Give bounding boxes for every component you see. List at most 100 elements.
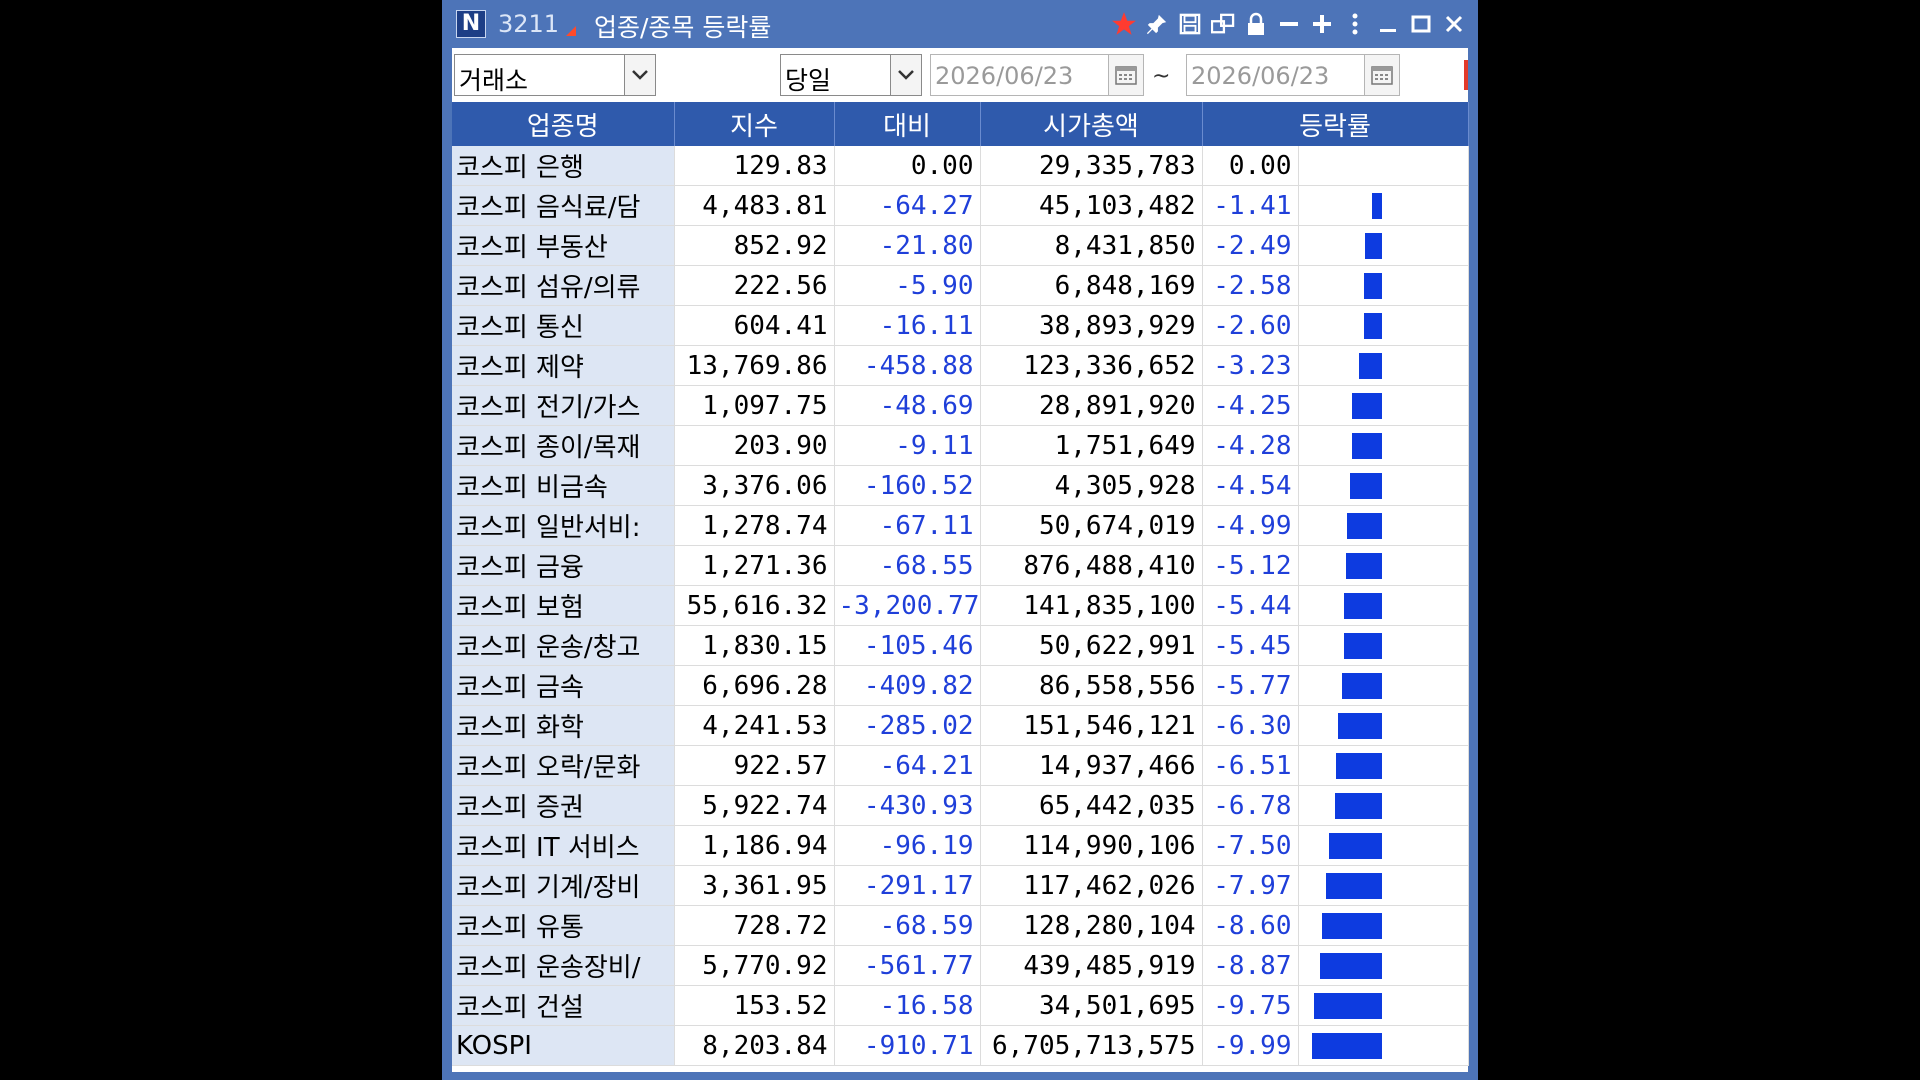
toolbar-edge-marker — [1464, 60, 1468, 90]
table-row[interactable]: 코스피 보험 55,616.32 -3,200.77 141,835,100 -5.44 — [452, 585, 1469, 626]
save-icon[interactable] — [1173, 6, 1206, 42]
close-icon[interactable] — [1437, 6, 1470, 42]
change-cell: -409.82 — [834, 665, 981, 706]
header-market-cap[interactable]: 시가총액 — [980, 102, 1203, 146]
table-row[interactable]: 코스피 유통 728.72 -68.59 128,280,104 -8.60 — [452, 905, 1469, 946]
market-cap-cell: 8,431,850 — [980, 225, 1203, 266]
table-row[interactable]: 코스피 IT 서비스 1,186.94 -96.19 114,990,106 -7.50 — [452, 825, 1469, 866]
maximize-icon[interactable] — [1404, 6, 1437, 42]
header-index[interactable]: 지수 — [674, 102, 835, 146]
sector-name-cell: KOSPI — [452, 1025, 675, 1066]
pin-icon[interactable] — [1140, 6, 1173, 42]
table-row[interactable]: 코스피 일반서비: 1,278.74 -67.11 50,674,019 -4.99 — [452, 505, 1469, 546]
change-cell: -291.17 — [834, 865, 981, 906]
period-select[interactable]: 당일 — [780, 54, 922, 96]
table-row[interactable]: 코스피 비금속 3,376.06 -160.52 4,305,928 -4.54 — [452, 465, 1469, 506]
table-row[interactable]: 코스피 오락/문화 922.57 -64.21 14,937,466 -6.51 — [452, 745, 1469, 786]
change-rate-bar-cell — [1298, 625, 1469, 666]
table-row[interactable]: 코스피 건설 153.52 -16.58 34,501,695 -9.75 — [452, 985, 1469, 1026]
change-cell: -67.11 — [834, 505, 981, 546]
change-rate-cell: -2.58 — [1202, 265, 1299, 306]
title-bar[interactable]: N 3211 업종/종목 등락률 — [442, 0, 1478, 48]
table-row[interactable]: KOSPI 8,203.84 -910.71 6,705,713,575 -9.99 — [452, 1025, 1469, 1066]
change-cell: -16.11 — [834, 305, 981, 346]
table-row[interactable]: 코스피 금융 1,271.36 -68.55 876,488,410 -5.12 — [452, 545, 1469, 586]
date-from-field[interactable]: 2026/06/23 — [930, 54, 1144, 96]
change-rate-bar-cell — [1298, 385, 1469, 426]
change-cell: -16.58 — [834, 985, 981, 1026]
sector-name-cell: 코스피 IT 서비스 — [452, 825, 675, 866]
table-row[interactable]: 코스피 운송장비/5,770.92 -561.77 439,485,919 -8.87 — [452, 945, 1469, 986]
header-sector-name[interactable]: 업종명 — [452, 102, 675, 146]
table-row[interactable]: 코스피 은행 129.83 0.00 29,335,783 0.00 — [452, 146, 1469, 186]
index-cell: 1,271.36 — [674, 545, 835, 586]
table-row[interactable]: 코스피 섬유/의류 222.56 -5.90 6,848,169 -2.58 — [452, 265, 1469, 306]
more-icon[interactable] — [1338, 6, 1371, 42]
date-to-field[interactable]: 2026/06/23 — [1186, 54, 1400, 96]
sector-name-cell: 코스피 유통 — [452, 905, 675, 946]
change-rate-bar-cell — [1298, 905, 1469, 946]
index-cell: 13,769.86 — [674, 345, 835, 386]
table-row[interactable]: 코스피 화학 4,241.53 -285.02 151,546,121 -6.30 — [452, 705, 1469, 746]
table-row[interactable]: 코스피 음식료/담 4,483.81 -64.27 45,103,482 -1.41 — [452, 185, 1469, 226]
change-rate-bar-cell — [1298, 865, 1469, 906]
header-change[interactable]: 대비 — [834, 102, 981, 146]
change-cell: -430.93 — [834, 785, 981, 826]
change-rate-cell: -5.44 — [1202, 585, 1299, 626]
index-cell: 129.83 — [674, 146, 835, 186]
change-cell: -5.90 — [834, 265, 981, 306]
change-cell: -561.77 — [834, 945, 981, 986]
change-rate-cell: -6.51 — [1202, 745, 1299, 786]
change-rate-bar-cell — [1298, 505, 1469, 546]
change-rate-bar — [1335, 753, 1382, 779]
change-rate-cell: -4.99 — [1202, 505, 1299, 546]
table-row[interactable]: 코스피 전기/가스 1,097.75 -48.69 28,891,920 -4.25 — [452, 385, 1469, 426]
calendar-icon[interactable] — [1364, 55, 1399, 95]
titlebar-icons — [1107, 6, 1470, 42]
table-row[interactable]: 코스피 증권 5,922.74 -430.93 65,442,035 -6.78 — [452, 785, 1469, 826]
change-cell: -285.02 — [834, 705, 981, 746]
index-cell: 6,696.28 — [674, 665, 835, 706]
sector-name-cell: 코스피 보험 — [452, 585, 675, 626]
table-row[interactable]: 코스피 종이/목재 203.90 -9.11 1,751,649 -4.28 — [452, 425, 1469, 466]
table-row[interactable]: 코스피 금속 6,696.28 -409.82 86,558,556 -5.77 — [452, 665, 1469, 706]
header-change-rate[interactable]: 등락률 — [1202, 102, 1469, 146]
index-cell: 4,241.53 — [674, 705, 835, 746]
change-rate-cell: -2.60 — [1202, 305, 1299, 346]
chevron-down-icon[interactable] — [624, 55, 655, 95]
index-cell: 3,376.06 — [674, 465, 835, 506]
market-select[interactable]: 거래소 — [454, 54, 656, 96]
change-cell: -64.27 — [834, 185, 981, 226]
calendar-icon[interactable] — [1108, 55, 1143, 95]
table-row[interactable]: 코스피 통신 604.41 -16.11 38,893,929 -2.60 — [452, 305, 1469, 346]
change-rate-bar-cell — [1298, 785, 1469, 826]
change-rate-cell: -5.45 — [1202, 625, 1299, 666]
change-rate-bar — [1364, 233, 1382, 259]
change-rate-bar — [1363, 273, 1382, 299]
index-cell: 922.57 — [674, 745, 835, 786]
change-rate-cell: -8.87 — [1202, 945, 1299, 986]
chevron-down-icon[interactable] — [890, 55, 921, 95]
minimize-icon[interactable] — [1371, 6, 1404, 42]
change-rate-bar — [1349, 473, 1382, 499]
app-logo: N — [456, 10, 486, 38]
minus-icon[interactable] — [1272, 6, 1305, 42]
table-row[interactable]: 코스피 제약 13,769.86 -458.88 123,336,652 -3.23 — [452, 345, 1469, 386]
table-row[interactable]: 코스피 운송/창고 1,830.15 -105.46 50,622,991 -5.45 — [452, 625, 1469, 666]
star-icon[interactable] — [1107, 6, 1140, 42]
sector-name-cell: 코스피 제약 — [452, 345, 675, 386]
change-rate-cell: -5.12 — [1202, 545, 1299, 586]
table-row[interactable]: 코스피 부동산 852.92 -21.80 8,431,850 -2.49 — [452, 225, 1469, 266]
table-row[interactable]: 코스피 기계/장비 3,361.95 -291.17 117,462,026 -7.97 — [452, 865, 1469, 906]
change-rate-cell: -9.75 — [1202, 985, 1299, 1026]
corner-triangle-icon — [566, 26, 576, 36]
market-cap-cell: 114,990,106 — [980, 825, 1203, 866]
plus-icon[interactable] — [1305, 6, 1338, 42]
table-body: 코스피 은행 129.83 0.00 29,335,783 0.00 코스피 음식료/담 4… — [452, 146, 1469, 1066]
change-cell: -910.71 — [834, 1025, 981, 1066]
window-link-icon[interactable] — [1206, 6, 1239, 42]
change-rate-bar — [1337, 713, 1382, 739]
lock-icon[interactable] — [1239, 6, 1272, 42]
screen-number[interactable]: 3211 — [498, 10, 559, 38]
change-rate-bar — [1345, 553, 1382, 579]
